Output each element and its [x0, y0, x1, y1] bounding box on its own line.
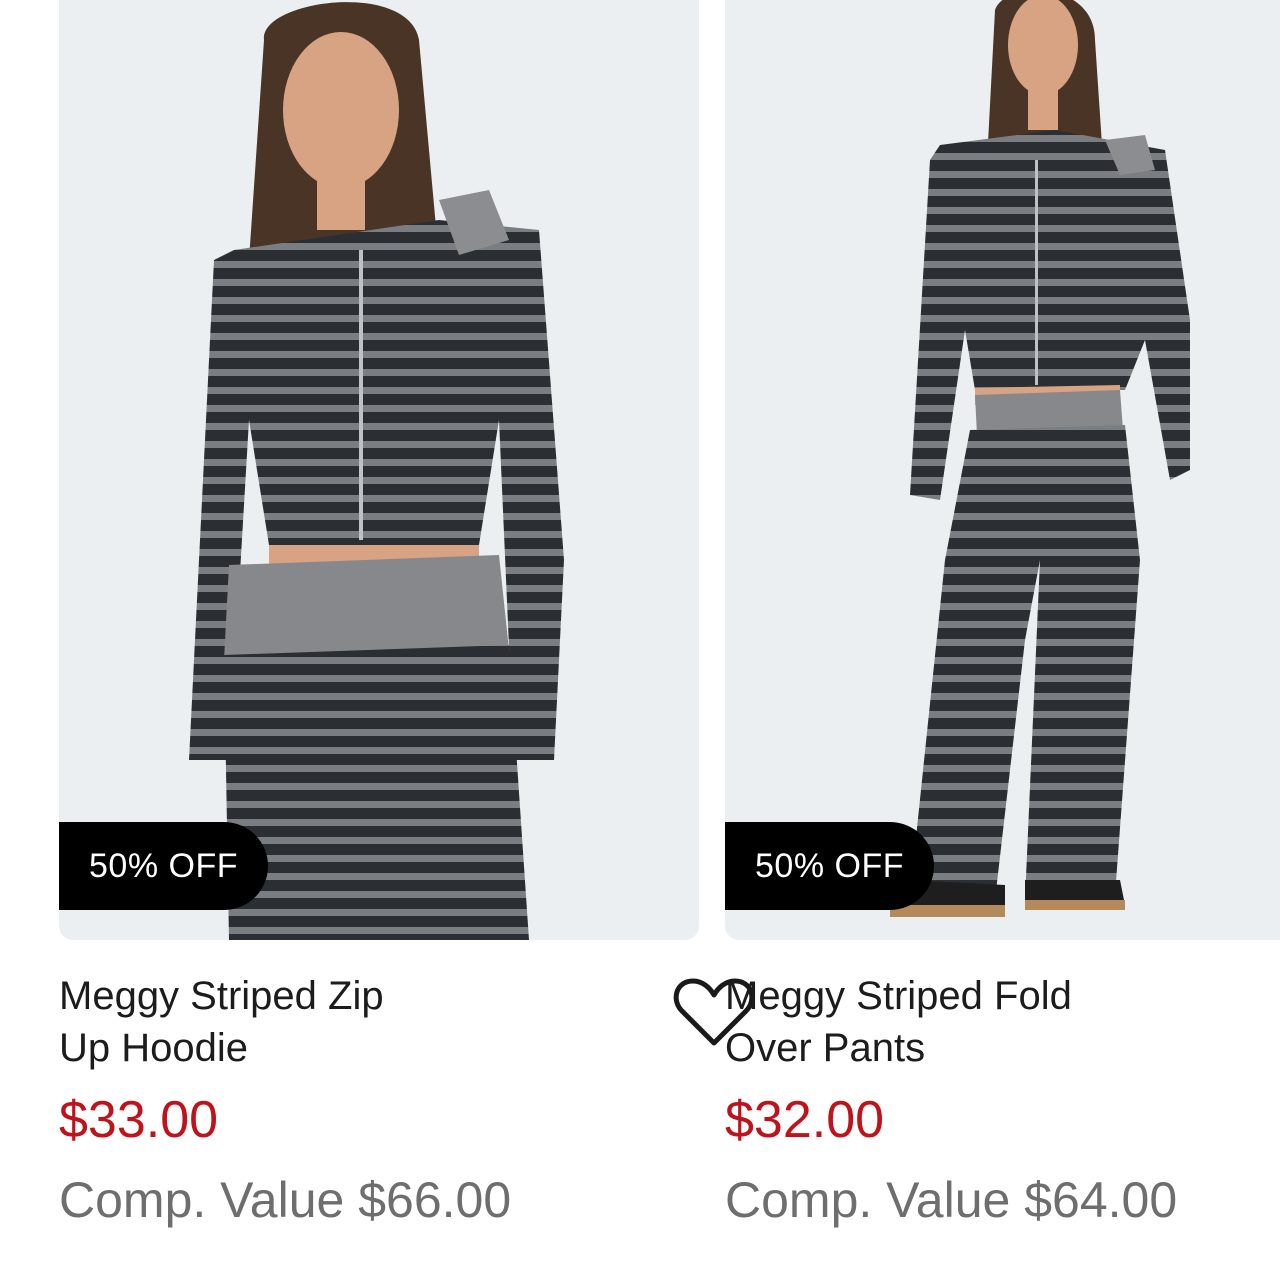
- sale-price: $33.00: [59, 1091, 219, 1149]
- model-illustration: [189, 2, 564, 940]
- discount-badge: 50% OFF: [59, 822, 268, 910]
- product-card-hoodie[interactable]: 50% OFF Meggy Striped Zip Up Hoodie $33.…: [59, 0, 755, 1228]
- sale-price: $32.00: [725, 1091, 885, 1149]
- discount-badge: 50% OFF: [725, 822, 934, 910]
- product-image[interactable]: 50% OFF: [59, 0, 699, 940]
- product-title[interactable]: Meggy Striped Zip Up Hoodie: [59, 970, 439, 1074]
- product-title[interactable]: Meggy Striped Fold Over Pants: [725, 970, 1105, 1074]
- product-card-pants[interactable]: 50% OFF Meggy Striped Fold Over Pants $3…: [725, 0, 1280, 1228]
- comparison-value: Comp. Value $66.00: [59, 1172, 512, 1228]
- product-image[interactable]: 50% OFF: [725, 0, 1280, 940]
- comparison-value: Comp. Value $64.00: [725, 1172, 1178, 1228]
- model-illustration: [890, 0, 1190, 917]
